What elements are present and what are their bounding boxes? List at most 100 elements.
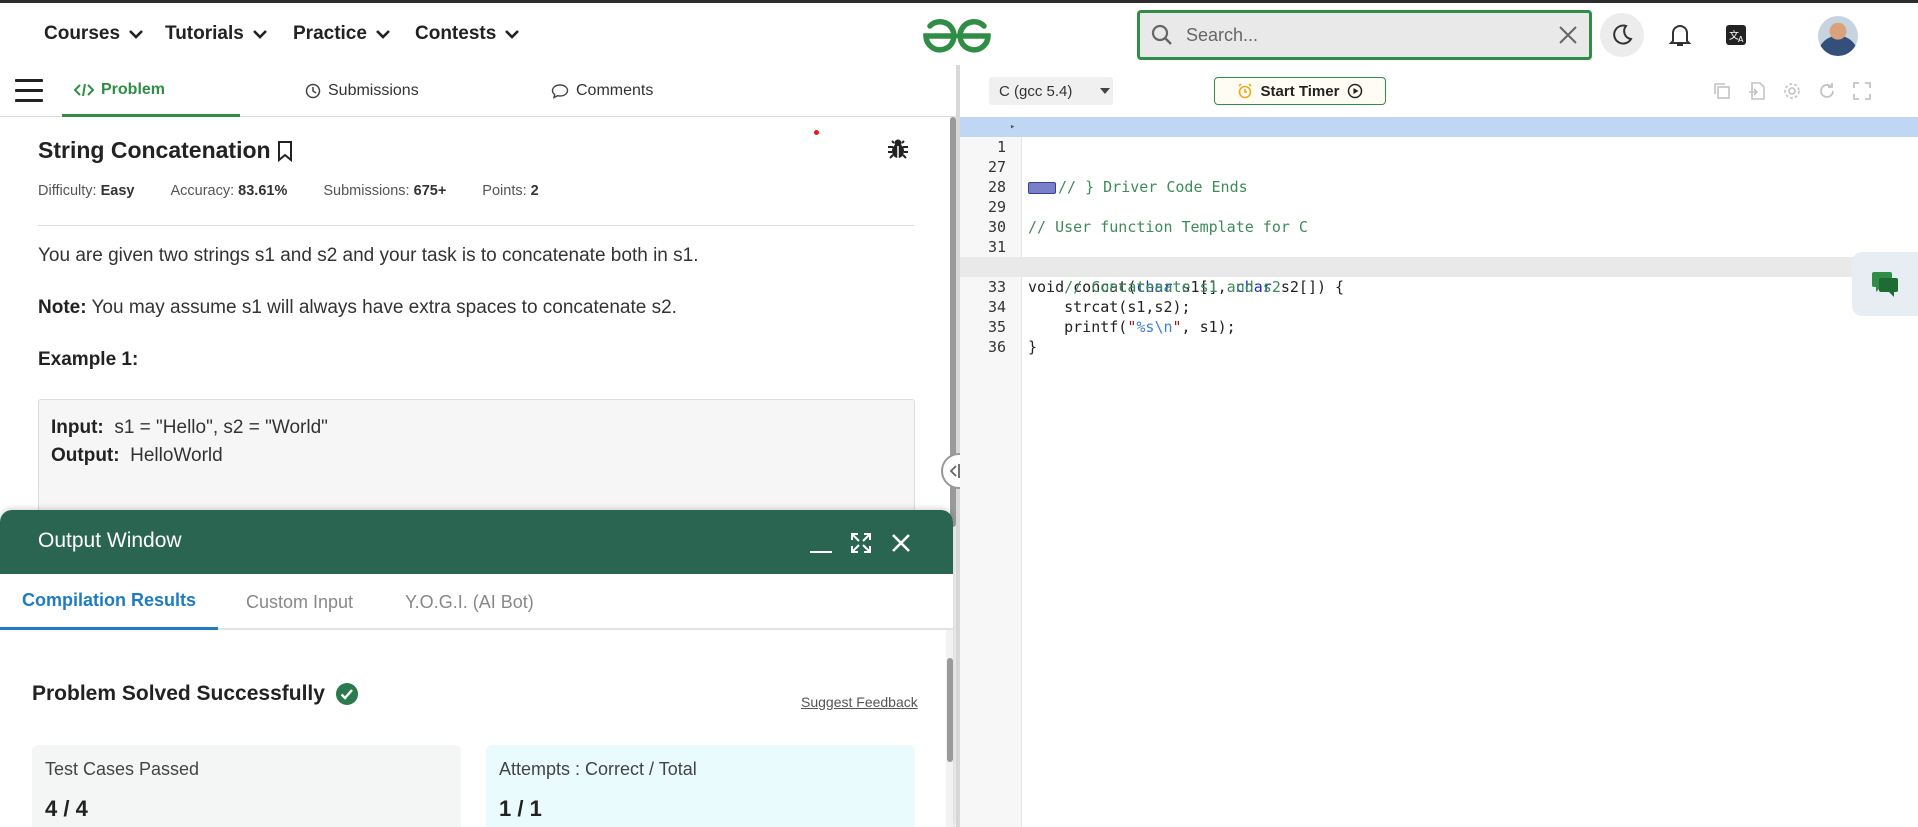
top-navigation: Courses Tutorials Practice Contests Sear… (0, 3, 1918, 65)
problem-tabs-bar: Problem Submissions Comments (0, 65, 958, 117)
minimize-button[interactable] (808, 530, 834, 556)
dark-mode-toggle[interactable] (1600, 13, 1644, 57)
problem-description: You are given two strings s1 and s2 and … (38, 245, 699, 266)
tab-problem-label: Problem (101, 80, 166, 98)
menu-icon[interactable] (15, 79, 43, 103)
comment-icon (551, 84, 569, 99)
nav-tutorials-label: Tutorials (165, 23, 244, 44)
suggest-feedback-link[interactable]: Suggest Feedback (801, 694, 918, 710)
nav-courses-label: Courses (44, 23, 121, 44)
problem-title: String Concatenation (38, 137, 271, 163)
bell-icon (1668, 25, 1692, 46)
fullscreen-icon[interactable] (1852, 81, 1872, 101)
code-line[interactable]: 27 (960, 137, 1918, 176)
minimize-icon (810, 551, 832, 553)
code-line[interactable]: 32 // Concatenate s1 and s2 (960, 237, 1918, 296)
output-scrollbar[interactable] (946, 630, 953, 827)
example-title: Example 1: (38, 349, 139, 370)
expand-button[interactable] (848, 530, 874, 556)
moon-icon (1613, 24, 1633, 45)
code-icon (74, 83, 94, 96)
translate-icon: 文 A (1726, 25, 1746, 45)
code-line[interactable]: 28 (960, 157, 1918, 196)
nav-tutorials[interactable]: Tutorials (165, 20, 268, 48)
bookmark-icon[interactable] (275, 139, 295, 163)
check-circle-icon (335, 683, 358, 705)
test-cases-label: Test Cases Passed (45, 759, 200, 779)
copy-icon[interactable] (1712, 81, 1732, 101)
notifications-button[interactable] (1658, 13, 1702, 57)
notification-dot (814, 130, 819, 135)
chevron-down-icon (252, 30, 267, 39)
problem-title-row: String Concatenation (38, 137, 295, 164)
note-label: Note: (38, 297, 87, 318)
editor-toolbar: C (gcc 5.4) Start Timer (960, 65, 1918, 117)
difficulty-value: Easy (100, 183, 135, 199)
attempts-card: Attempts : Correct / Total 1 / 1 (486, 745, 915, 827)
example-input: Input: s1 = "Hello", s2 = "World" (51, 417, 328, 438)
start-timer-button[interactable]: Start Timer (1214, 77, 1386, 105)
example-output: Output: HelloWorld (51, 445, 223, 466)
code-line[interactable]: 36 (960, 317, 1918, 356)
code-line[interactable]: 30 (960, 197, 1918, 236)
close-icon (892, 534, 910, 552)
close-icon[interactable] (1557, 24, 1579, 46)
start-timer-label: Start Timer (1260, 82, 1340, 100)
code-editor[interactable]: 1 ▸ // } Driver Code Ends 27 28 29 // Us… (960, 117, 1918, 827)
bug-report-icon[interactable] (886, 137, 910, 161)
accuracy-value: 83.61% (238, 183, 288, 199)
chevron-down-icon (129, 30, 143, 39)
result-status: Problem Solved Successfully (32, 682, 359, 706)
user-avatar[interactable] (1818, 16, 1858, 56)
search-box[interactable] (1137, 10, 1592, 60)
chevron-down-icon (376, 30, 390, 39)
tab-comments[interactable]: Comments (551, 65, 653, 117)
translate-button[interactable]: 文 A (1714, 13, 1758, 57)
note-text: You may assume s1 will always have extra… (91, 297, 677, 318)
nav-courses[interactable]: Courses (44, 20, 144, 48)
settings-icon[interactable] (1782, 81, 1802, 101)
import-file-icon[interactable] (1747, 81, 1767, 101)
chat-icon (1872, 272, 1898, 297)
code-line[interactable]: 34 printf("%s\n", s1); (960, 277, 1918, 336)
chevron-down-icon (505, 30, 520, 39)
output-window: Output Window Compilation Results Custom… (0, 510, 953, 827)
problem-meta: Difficulty: Easy Accuracy: 83.61% Submis… (38, 183, 539, 199)
code-line[interactable]: 31 ▾ void concat(char s1[], char s2[]) { (960, 217, 1918, 296)
difficulty-meta: Difficulty: Easy (38, 183, 135, 199)
attempts-value: 1 / 1 (499, 796, 542, 821)
play-circle-icon (1348, 83, 1363, 99)
reset-icon[interactable] (1817, 81, 1837, 101)
test-cases-value: 4 / 4 (45, 796, 88, 821)
problem-note: Note: You may assume s1 will always have… (38, 297, 677, 319)
language-select[interactable]: C (gcc 5.4) (989, 77, 1113, 105)
submissions-meta: Submissions: 675+ (323, 183, 447, 199)
code-line[interactable]: 1 ▸ // } Driver Code Ends (960, 117, 1918, 196)
tab-custom-input[interactable]: Custom Input (246, 574, 353, 630)
points-value: 2 (530, 183, 539, 199)
alarm-icon (1237, 83, 1252, 99)
gfg-logo[interactable] (918, 15, 996, 57)
search-icon (1151, 24, 1172, 45)
chat-button[interactable] (1852, 252, 1918, 316)
code-line[interactable]: 33 strcat(s1,s2); (960, 257, 1918, 316)
result-status-text: Problem Solved Successfully (32, 682, 325, 705)
nav-practice[interactable]: Practice (293, 20, 391, 48)
expand-icon (851, 533, 871, 553)
test-cases-card: Test Cases Passed 4 / 4 (32, 745, 461, 827)
close-output-button[interactable] (888, 530, 914, 556)
tab-yogi-ai-bot[interactable]: Y.O.G.I. (AI Bot) (405, 574, 534, 630)
output-window-title: Output Window (38, 529, 182, 552)
tab-compilation-results[interactable]: Compilation Results (0, 574, 219, 630)
divider (38, 225, 914, 226)
tab-problem[interactable]: Problem (62, 65, 240, 117)
code-line[interactable]: 35 } (960, 297, 1918, 356)
accuracy-meta: Accuracy: 83.61% (170, 183, 288, 199)
search-input[interactable] (1174, 13, 1557, 57)
tab-submissions[interactable]: Submissions (305, 65, 419, 117)
scrollbar-thumb[interactable] (947, 658, 953, 762)
output-window-header: Output Window (0, 510, 953, 574)
fold-arrow-icon[interactable]: ▸ (1010, 117, 1015, 137)
code-line[interactable]: 29 // User function Template for C (960, 177, 1918, 236)
nav-contests[interactable]: Contests (415, 20, 520, 48)
